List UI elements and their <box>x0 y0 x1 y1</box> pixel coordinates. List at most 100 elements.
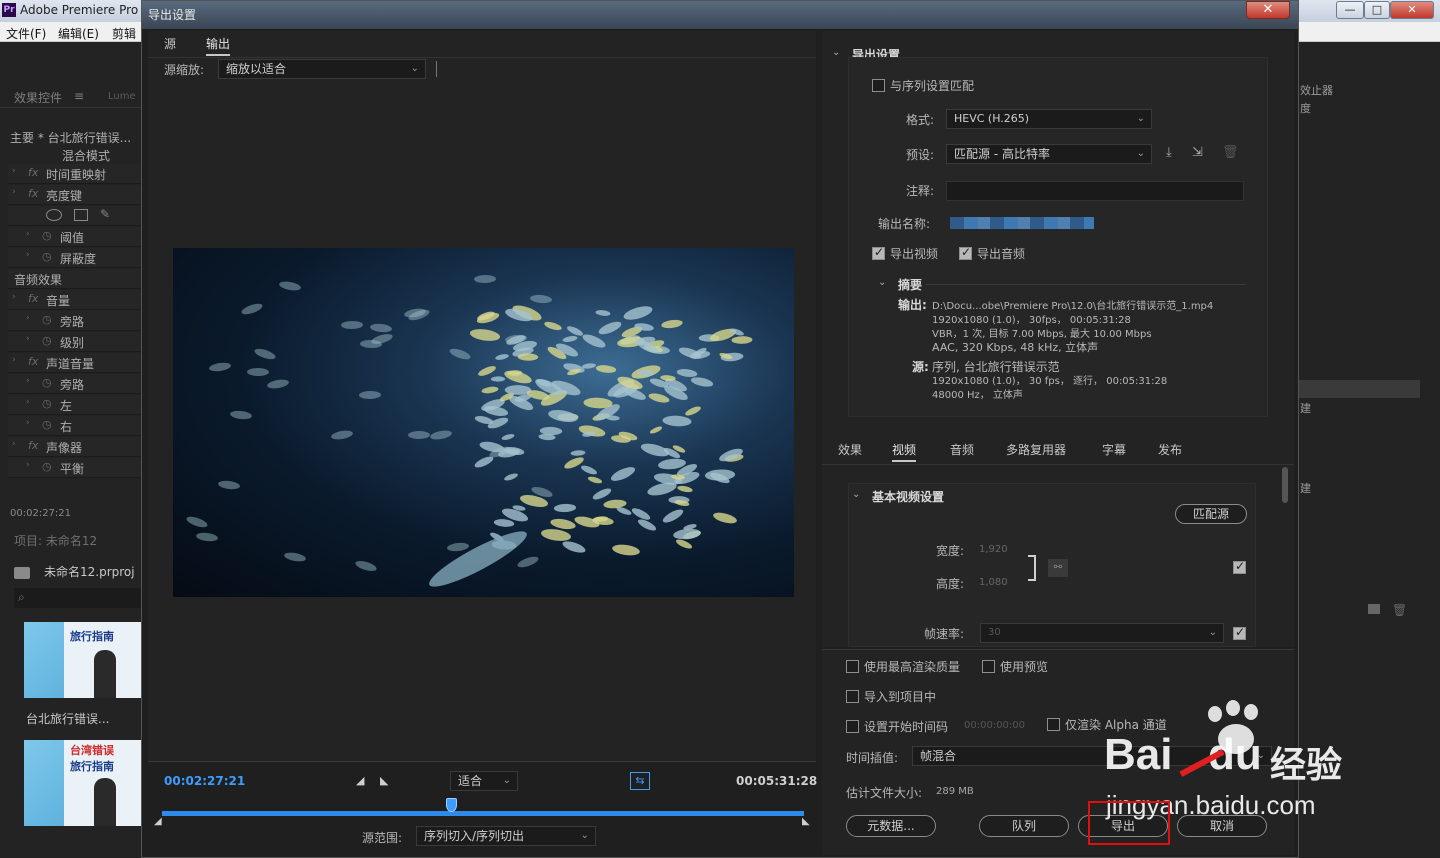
menu-clip[interactable]: 剪辑 <box>112 25 136 42</box>
expand-arrow-icon[interactable]: › <box>26 313 30 323</box>
expand-arrow-icon[interactable]: › <box>26 397 30 407</box>
safe-margins-icon[interactable]: ⇆ <box>630 772 650 790</box>
framerate-dropdown[interactable]: 30 ⌄ <box>980 623 1224 643</box>
expand-arrow-icon[interactable]: › <box>26 250 30 260</box>
start-timecode-value[interactable]: 00:00:00:00 <box>964 720 1025 731</box>
effect-row[interactable]: › fx 亮度键 <box>8 185 142 205</box>
stopwatch-icon[interactable]: ◷ <box>42 418 52 431</box>
collapse-chevron-icon[interactable]: ⌄ <box>832 47 840 58</box>
settings-tab[interactable]: 多路复用器 <box>1006 441 1066 458</box>
stopwatch-icon[interactable]: ◷ <box>42 334 52 347</box>
effect-row[interactable]: › ◷ 左 <box>8 395 142 415</box>
effect-row[interactable]: › fx 声像器 <box>8 437 142 457</box>
source-scale-dropdown[interactable]: 缩放以适合 ⌄ <box>218 59 426 79</box>
comment-input[interactable] <box>946 181 1244 201</box>
preset-dropdown[interactable]: 匹配源 - 高比特率 ⌄ <box>946 144 1152 164</box>
settings-tab[interactable]: 视频 <box>892 441 917 462</box>
import-project-checkbox[interactable] <box>846 690 859 703</box>
mark-out-icon[interactable]: ◣ <box>380 774 388 787</box>
timeline-track[interactable] <box>162 811 804 816</box>
link-icon[interactable]: ⚯ <box>1048 559 1068 577</box>
stopwatch-icon[interactable]: ◷ <box>42 313 52 326</box>
expand-arrow-icon[interactable]: › <box>12 166 16 176</box>
fit-dropdown[interactable]: 适合 ⌄ <box>450 771 518 791</box>
expand-arrow-icon[interactable]: › <box>12 355 16 365</box>
render-alpha-checkbox[interactable] <box>1047 718 1060 731</box>
source-range-dropdown[interactable]: 序列切入/序列切出 ⌄ <box>416 826 596 846</box>
settings-tab[interactable]: 效果 <box>838 441 862 458</box>
stopwatch-icon[interactable]: ◷ <box>42 460 52 473</box>
settings-tab[interactable]: 发布 <box>1158 441 1182 458</box>
tab-effect-controls[interactable]: 效果控件 <box>14 89 62 106</box>
clip-thumbnail-1[interactable]: 旅行指南 <box>24 622 142 698</box>
expand-arrow-icon[interactable]: › <box>26 334 30 344</box>
mark-in-icon[interactable]: ◢ <box>356 774 364 787</box>
effect-row[interactable]: › ◷ 旁路 <box>8 374 142 394</box>
delete-preset-icon[interactable]: 🗑 <box>1222 145 1239 160</box>
start-timecode-checkbox[interactable] <box>846 720 859 733</box>
expand-arrow-icon[interactable]: › <box>26 418 30 428</box>
export-audio-checkbox[interactable] <box>959 245 972 260</box>
expand-arrow-icon[interactable]: › <box>26 376 30 386</box>
stopwatch-icon[interactable]: ◷ <box>42 229 52 242</box>
effect-row[interactable]: › fx 时间重映射 <box>8 164 142 184</box>
summary-chevron-icon[interactable]: ⌄ <box>878 277 886 288</box>
match-source-button[interactable]: 匹配源 <box>1175 504 1247 524</box>
tab-source[interactable]: 源 <box>164 35 176 52</box>
dialog-close-button[interactable]: ✕ <box>1246 1 1290 19</box>
expand-arrow-icon[interactable]: › <box>12 439 16 449</box>
use-previews-checkbox[interactable] <box>982 660 995 673</box>
video-chevron-icon[interactable]: ⌄ <box>852 489 860 500</box>
match-sequence-checkbox[interactable] <box>872 79 885 92</box>
app-close-button[interactable]: ✕ <box>1390 1 1434 19</box>
framerate-checkbox[interactable] <box>1233 625 1246 640</box>
expand-arrow-icon[interactable]: › <box>26 229 30 239</box>
stopwatch-icon[interactable]: ◷ <box>42 397 52 410</box>
stopwatch-icon[interactable]: ◷ <box>42 376 52 389</box>
range-start-handle[interactable]: ◢ <box>154 816 162 827</box>
effect-row[interactable]: › ◷ 平衡 <box>8 458 142 478</box>
effect-section-header[interactable]: 音频效果 <box>8 269 142 289</box>
menu-edit[interactable]: 编辑(E) <box>58 25 99 42</box>
tab-lumetri[interactable]: Lume <box>108 91 136 102</box>
range-end-handle[interactable]: ◣ <box>802 816 810 827</box>
settings-scrollbar[interactable] <box>1282 467 1288 503</box>
stopwatch-icon[interactable]: ◷ <box>42 250 52 263</box>
rectangle-mask-icon[interactable] <box>74 209 88 221</box>
width-value[interactable]: 1,920 <box>979 544 1008 555</box>
dimensions-checkbox[interactable] <box>1233 559 1246 574</box>
format-dropdown[interactable]: HEVC (H.265) ⌄ <box>946 109 1152 129</box>
metadata-button[interactable]: 元数据... <box>846 815 936 837</box>
effect-row[interactable]: › ◷ 右 <box>8 416 142 436</box>
expand-arrow-icon[interactable]: › <box>12 187 16 197</box>
current-timecode[interactable]: 00:02:27:21 <box>164 774 245 788</box>
effect-row[interactable]: › fx 声道音量 <box>8 353 142 373</box>
clip-thumbnail-2[interactable]: 台湾错误 旅行指南 <box>24 740 142 826</box>
height-value[interactable]: 1,080 <box>979 577 1008 588</box>
effect-row[interactable]: › ◷ 旁路 <box>8 311 142 331</box>
menu-file[interactable]: 文件(F) <box>6 25 46 42</box>
save-preset-icon[interactable]: ⤓ <box>1166 145 1172 160</box>
effect-row[interactable]: › ◷ 级别 <box>8 332 142 352</box>
new-bin-icon[interactable] <box>1368 604 1380 614</box>
pen-mask-icon[interactable]: ✎ <box>100 207 110 221</box>
import-preset-icon[interactable]: ⇲ <box>1192 145 1203 160</box>
effect-row[interactable]: › ◷ 阈值 <box>8 227 142 247</box>
trash-icon[interactable]: 🗑 <box>1392 603 1407 617</box>
settings-tab[interactable]: 音频 <box>950 441 974 458</box>
max-render-checkbox[interactable] <box>846 660 859 673</box>
playhead-handle[interactable] <box>445 798 457 812</box>
expand-arrow-icon[interactable]: › <box>26 460 30 470</box>
maximize-button[interactable]: □ <box>1364 1 1390 19</box>
panel-menu-icon[interactable]: ≡ <box>74 89 84 103</box>
ellipse-mask-icon[interactable] <box>46 209 62 221</box>
expand-arrow-icon[interactable]: › <box>12 292 16 302</box>
effect-row[interactable]: › ◷ 屏蔽度 <box>8 248 142 268</box>
minimize-button[interactable]: — <box>1336 1 1364 19</box>
export-video-checkbox[interactable] <box>872 245 885 260</box>
queue-button[interactable]: 队列 <box>979 815 1069 837</box>
effect-row[interactable]: › fx 音量 <box>8 290 142 310</box>
output-name-link[interactable] <box>950 217 1094 229</box>
project-search-input[interactable]: ⌕ <box>14 588 142 608</box>
settings-tab[interactable]: 字幕 <box>1102 441 1126 458</box>
